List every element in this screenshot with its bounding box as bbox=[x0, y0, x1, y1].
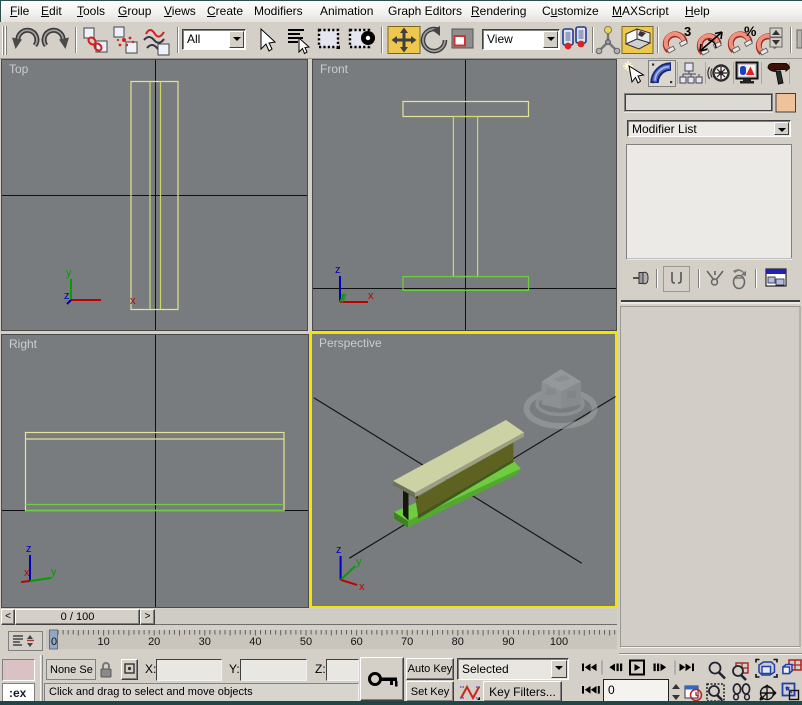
svg-text:60: 60 bbox=[350, 636, 362, 648]
svg-text:y: y bbox=[51, 566, 57, 578]
svg-text:z: z bbox=[336, 544, 342, 556]
svg-text:40: 40 bbox=[249, 636, 261, 648]
svg-text:80: 80 bbox=[452, 636, 464, 648]
svg-text:x: x bbox=[130, 295, 136, 307]
svg-text:x: x bbox=[368, 290, 374, 302]
svg-text:%: % bbox=[744, 23, 757, 39]
svg-text:x: x bbox=[24, 567, 30, 579]
svg-text:100: 100 bbox=[550, 636, 568, 648]
svg-text:90: 90 bbox=[502, 636, 514, 648]
svg-text:y: y bbox=[356, 556, 362, 568]
svg-text:10: 10 bbox=[97, 636, 109, 648]
svg-text:y: y bbox=[66, 267, 72, 279]
svg-text:0: 0 bbox=[51, 636, 57, 648]
svg-text:70: 70 bbox=[401, 636, 413, 648]
svg-text:z: z bbox=[26, 543, 32, 555]
svg-text:30: 30 bbox=[199, 636, 211, 648]
svg-text:z: z bbox=[335, 264, 341, 276]
svg-text:y: y bbox=[341, 291, 347, 303]
svg-text:20: 20 bbox=[148, 636, 160, 648]
svg-text:3: 3 bbox=[684, 24, 691, 39]
svg-text:x: x bbox=[359, 581, 365, 593]
svg-text:z: z bbox=[64, 290, 70, 302]
svg-text:50: 50 bbox=[300, 636, 312, 648]
